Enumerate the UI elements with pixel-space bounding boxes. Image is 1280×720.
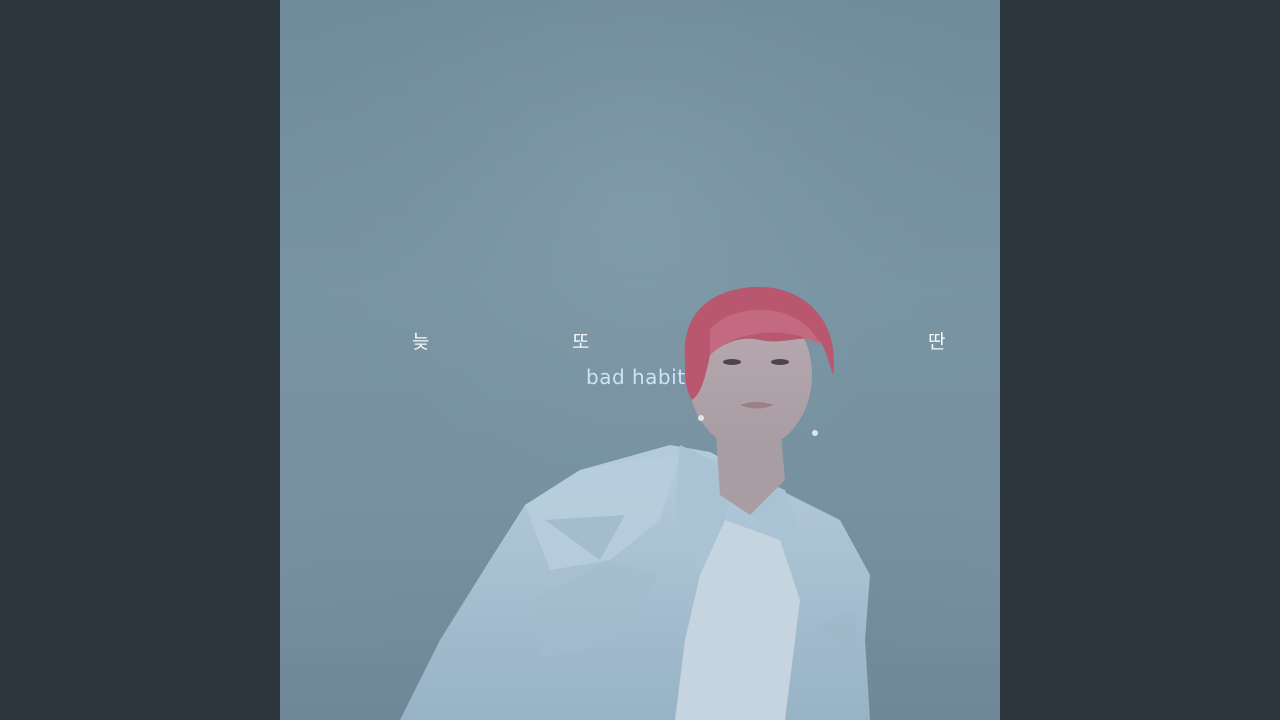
album-cover: 늦 또 딴 bad habit xyxy=(280,0,1000,720)
korean-word-2: 또 xyxy=(572,331,590,353)
korean-word-1: 늦 xyxy=(412,331,430,353)
korean-word-3: 딴 xyxy=(928,331,946,353)
album-title: bad habit xyxy=(586,365,686,389)
portrait-photo xyxy=(280,0,1000,720)
video-frame: 늦 또 딴 bad habit xyxy=(0,0,1280,720)
